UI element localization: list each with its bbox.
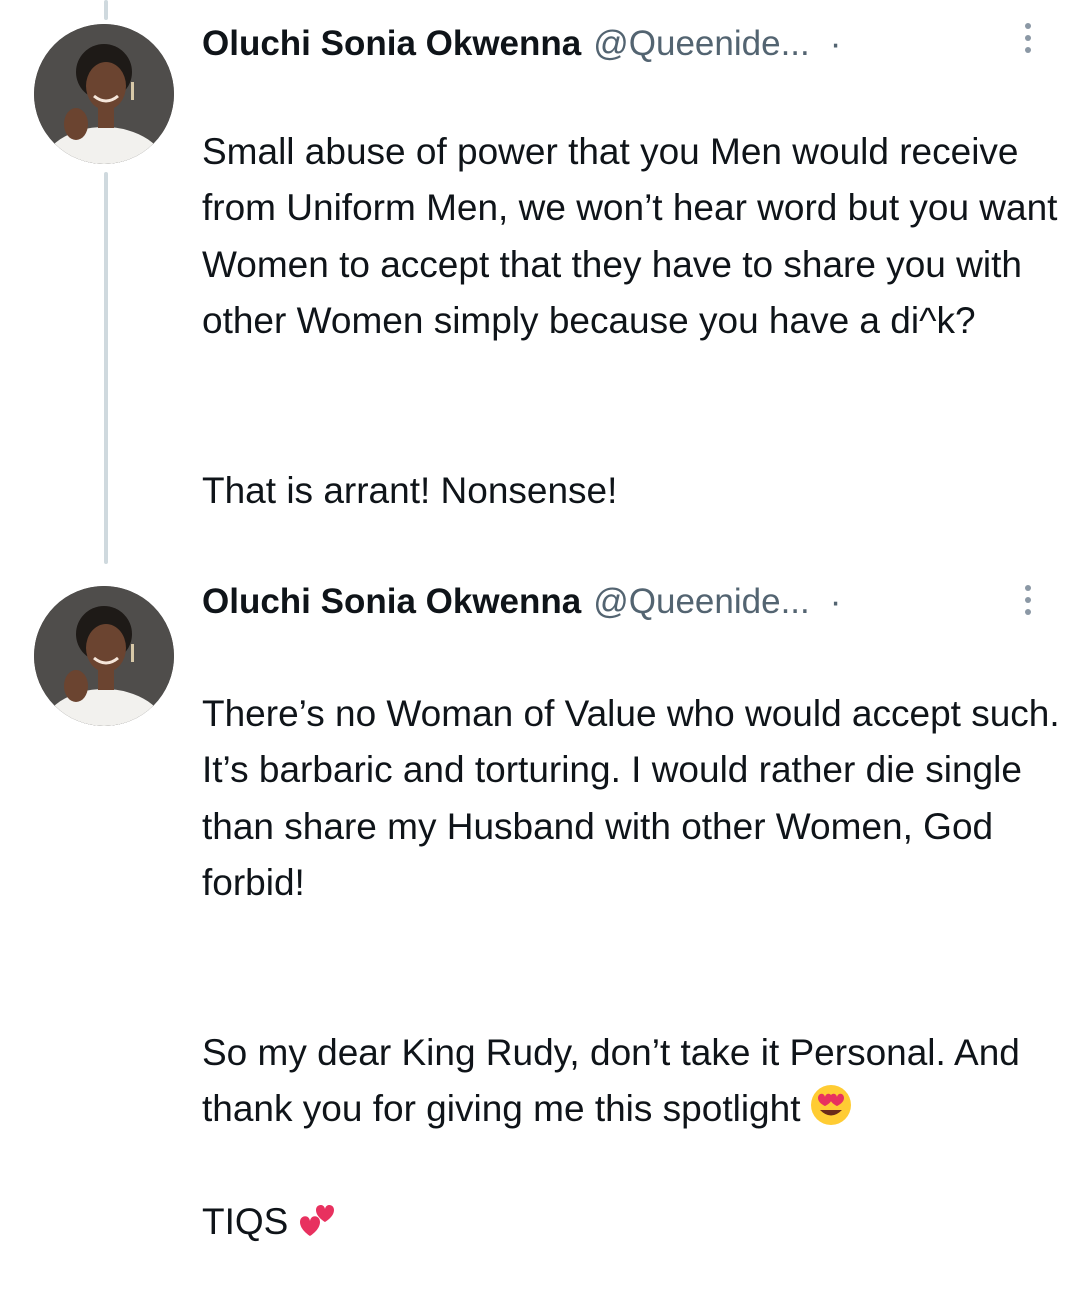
display-name[interactable]: Oluchi Sonia Okwenna (202, 578, 581, 626)
user-handle[interactable]: @Queenide... (593, 578, 810, 626)
heart-eyes-emoji (809, 1083, 853, 1127)
separator-dot: · (829, 582, 842, 621)
tweet-header: Oluchi Sonia Okwenna @Queenide... · (202, 20, 841, 68)
more-options-button[interactable] (1016, 18, 1040, 58)
avatar-image (34, 24, 174, 164)
tweet-paragraph-with-emoji: So my dear King Rudy, don’t take it Pers… (202, 1025, 1062, 1138)
sign-off: TIQS (202, 1201, 289, 1242)
avatar[interactable] (34, 586, 174, 726)
more-options-button[interactable] (1016, 580, 1040, 620)
tweet-paragraph: Small abuse of power that you Men would … (202, 130, 1058, 342)
tweet-paragraph: That is arrant! Nonsense! (202, 469, 618, 511)
avatar-image (34, 586, 174, 726)
avatar[interactable] (34, 24, 174, 164)
more-vertical-icon (1025, 35, 1031, 41)
more-vertical-icon (1025, 23, 1031, 29)
sign-off-line: TIQS (202, 1194, 1062, 1251)
two-hearts-emoji (296, 1196, 340, 1240)
tweet-paragraph: There’s no Woman of Value who would acce… (202, 692, 1060, 904)
more-vertical-icon (1025, 609, 1031, 615)
user-handle[interactable]: @Queenide... (593, 20, 810, 68)
thread-line-top (104, 0, 108, 20)
separator-dot: · (829, 24, 842, 63)
tweet-paragraph: So my dear King Rudy, don’t take it Pers… (202, 1031, 1020, 1130)
display-name[interactable]: Oluchi Sonia Okwenna (202, 20, 581, 68)
tweet-header: Oluchi Sonia Okwenna @Queenide... · (202, 578, 841, 626)
more-vertical-icon (1025, 47, 1031, 53)
thread-connector-line (104, 172, 108, 564)
more-vertical-icon (1025, 585, 1031, 591)
tweet-text: There’s no Woman of Value who would acce… (202, 629, 1062, 1307)
more-vertical-icon (1025, 597, 1031, 603)
tweet-text: Small abuse of power that you Men would … (202, 67, 1062, 576)
